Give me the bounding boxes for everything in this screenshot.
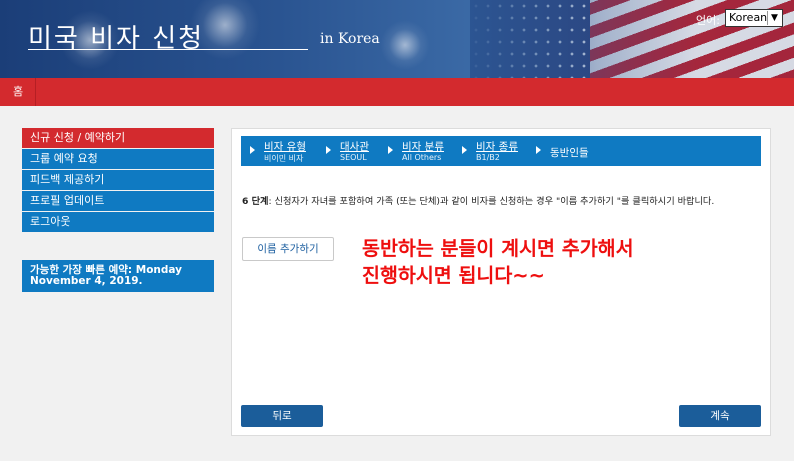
instruction-text: : 신청자가 자녀를 포함하여 가족 (또는 단체)과 같이 비자를 신청하는 … xyxy=(268,196,715,207)
step-instruction: 6 단계: 신청자가 자녀를 포함하여 가족 (또는 단체)과 같이 비자를 신… xyxy=(242,195,764,209)
sidebar-item-group-appointment[interactable]: 그룹 예약 요청 xyxy=(22,149,214,169)
soonest-appointment-box: 가능한 가장 빠른 예약: Monday November 4, 2019. xyxy=(22,260,214,292)
main-nav-bar: 홈 xyxy=(0,78,794,106)
soonest-appointment-line2: November 4, 2019. xyxy=(30,275,143,287)
language-label: 언어: xyxy=(696,14,720,27)
chevron-down-icon: ▼ xyxy=(767,11,781,25)
step-arrow-icon xyxy=(326,146,331,154)
step-label: 동반인들 xyxy=(550,147,589,159)
step-arrow-icon xyxy=(388,146,393,154)
sidebar-item-update-profile[interactable]: 프로필 업데이트 xyxy=(22,191,214,211)
back-button[interactable]: 뒤로 xyxy=(241,405,323,427)
nav-home-link[interactable]: 홈 xyxy=(0,78,36,106)
step-arrow-icon xyxy=(462,146,467,154)
language-select-value: Korean xyxy=(729,11,768,24)
add-name-button[interactable]: 이름 추가하기 xyxy=(242,237,334,261)
step-value: B1/B2 xyxy=(476,153,500,162)
annotation-line1: 동반하는 분들이 계시면 추가해서 xyxy=(362,237,634,260)
language-select[interactable]: Korean ▼ xyxy=(725,9,783,27)
sidebar-item-new-application[interactable]: 신규 신청 / 예약하기 xyxy=(22,128,214,148)
step-value: 비이민 비자 xyxy=(264,154,304,163)
site-header: 미국 비자 신청 in Korea 언어: Korean ▼ xyxy=(0,0,794,78)
sidebar-item-logout[interactable]: 로그아웃 xyxy=(22,212,214,232)
site-subtitle: in Korea xyxy=(320,31,380,47)
sidebar-menu: 신규 신청 / 예약하기 그룹 예약 요청 피드백 제공하기 프로필 업데이트 … xyxy=(22,128,214,233)
page: 미국 비자 신청 in Korea 언어: Korean ▼ 홈 신규 신청 /… xyxy=(0,0,794,461)
step-label: 대사관 xyxy=(340,141,369,153)
step-arrow-icon xyxy=(250,146,255,154)
step-value: SEOUL xyxy=(340,153,367,162)
annotation-note: 동반하는 분들이 계시면 추가해서 진행하시면 됩니다~~ xyxy=(362,235,634,289)
step-label: 비자 유형 xyxy=(264,141,306,153)
step-arrow-icon xyxy=(536,146,541,154)
step-label: 비자 분류 xyxy=(402,141,444,153)
fireworks-decoration xyxy=(380,20,430,70)
main-panel: 비자 유형 비이민 비자 대사관 SEOUL 비자 분류 All Others … xyxy=(231,128,771,436)
step-number: 6 단계 xyxy=(242,196,269,207)
continue-button[interactable]: 계속 xyxy=(679,405,761,427)
title-underline xyxy=(28,49,308,50)
sidebar-item-feedback[interactable]: 피드백 제공하기 xyxy=(22,170,214,190)
progress-steps: 비자 유형 비이민 비자 대사관 SEOUL 비자 분류 All Others … xyxy=(241,136,761,166)
step-label: 비자 종류 xyxy=(476,141,518,153)
annotation-line2: 진행하시면 됩니다~~ xyxy=(362,264,545,287)
step-value: All Others xyxy=(402,153,442,162)
